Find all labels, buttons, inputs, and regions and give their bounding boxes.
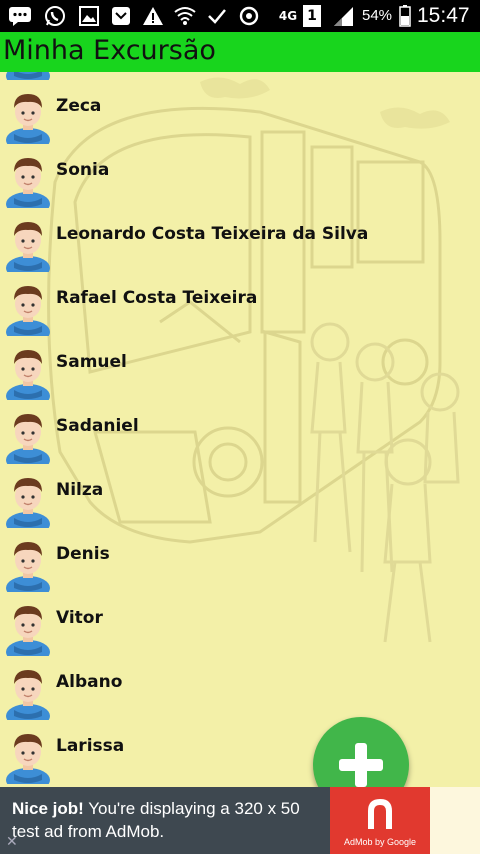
status-bar: 4G 1 54% 15:47	[0, 0, 480, 32]
list-item[interactable]: Sonia	[0, 142, 480, 216]
whatsapp-icon	[42, 4, 68, 28]
list-item[interactable]: Rafael Costa Teixeira	[0, 270, 480, 344]
ad-message: Nice job! You're displaying a 320 x 50 t…	[12, 797, 322, 843]
list-item[interactable]: Albano	[0, 654, 480, 728]
warning-icon	[140, 4, 166, 28]
passenger-name: Vitor	[56, 608, 103, 628]
avatar	[4, 216, 52, 280]
passenger-name: Samuel	[56, 352, 127, 372]
list-item[interactable]: Sadaniel	[0, 398, 480, 472]
battery-percent: 54%	[362, 7, 393, 24]
list-item[interactable]: Nilza	[0, 462, 480, 536]
passenger-name: Denis	[56, 544, 110, 564]
app-bar: Minha Excursão	[0, 32, 480, 72]
ad-headline: Nice job!	[12, 799, 84, 818]
sync-icon	[236, 4, 262, 28]
avatar	[4, 472, 52, 536]
avatar	[4, 600, 52, 664]
missed-call-icon	[108, 4, 134, 28]
signal-icon	[330, 4, 356, 28]
passenger-name: Sadaniel	[56, 416, 139, 436]
passenger-name: Sonia	[56, 160, 110, 180]
passenger-name: Leonardo Costa Teixeira da Silva	[56, 224, 369, 244]
avatar	[4, 408, 52, 472]
avatar	[4, 664, 52, 728]
list-item[interactable]: Samuel	[0, 334, 480, 408]
list-item[interactable]: Zeca	[0, 78, 480, 152]
avatar	[4, 280, 52, 344]
avatar	[4, 152, 52, 216]
passenger-name: Nilza	[56, 480, 104, 500]
passenger-name: Albano	[56, 672, 123, 692]
list-item[interactable]: Vitor	[0, 590, 480, 664]
ad-brand-label: AdMob by Google	[343, 837, 417, 847]
clock: 15:47	[417, 4, 470, 27]
plus-icon	[339, 743, 383, 787]
battery-icon	[398, 4, 412, 28]
ad-area: Nice job! You're displaying a 320 x 50 t…	[0, 787, 480, 854]
wifi-icon	[172, 4, 198, 28]
avatar	[4, 88, 52, 152]
ad-banner[interactable]: Nice job! You're displaying a 320 x 50 t…	[0, 787, 430, 854]
gallery-icon	[76, 4, 102, 28]
network-type-label: 4G	[278, 8, 298, 23]
chat-notification-icon	[6, 4, 34, 28]
page-title: Minha Excursão	[3, 35, 216, 66]
check-icon	[204, 4, 230, 28]
passenger-name: Zeca	[56, 96, 102, 116]
passenger-list[interactable]: Zeca Sonia Leonardo Costa Teixeira da Silv…	[0, 72, 480, 787]
passenger-name: Larissa	[56, 736, 125, 756]
passenger-name: Rafael Costa Teixeira	[56, 288, 258, 308]
avatar	[4, 728, 52, 787]
avatar	[4, 344, 52, 408]
avatar	[4, 536, 52, 600]
admob-icon	[368, 799, 392, 829]
sim-icon: 1	[302, 4, 322, 28]
list-item[interactable]: Denis	[0, 526, 480, 600]
close-icon[interactable]: ✕	[6, 833, 18, 850]
list-item[interactable]: Leonardo Costa Teixeira da Silva	[0, 206, 480, 280]
